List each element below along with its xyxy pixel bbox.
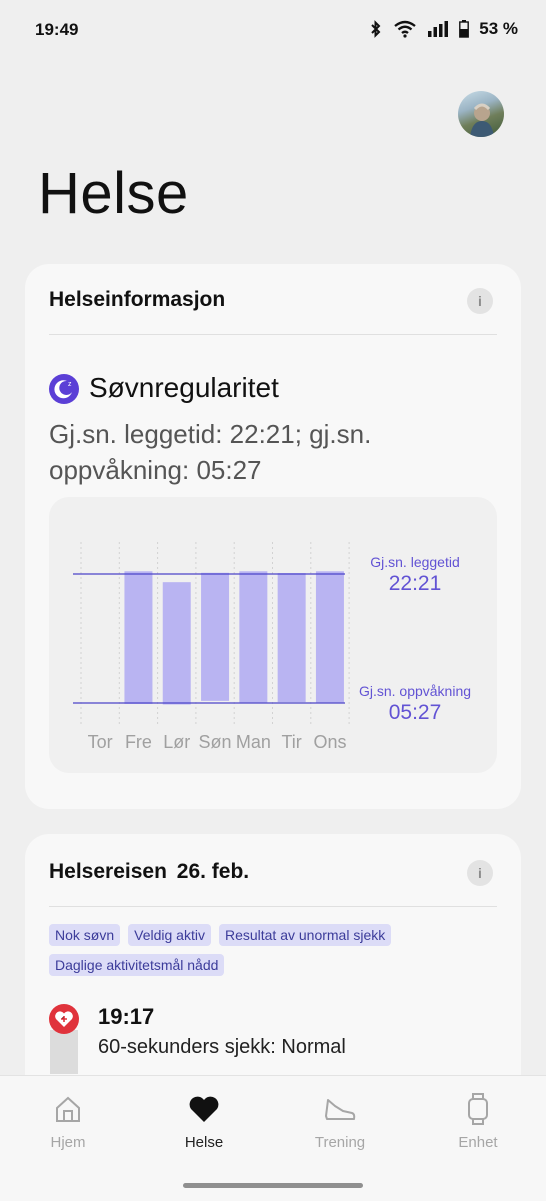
sleep-bar [162, 582, 191, 705]
reference-value: 22:21 [389, 572, 442, 595]
bluetooth-icon [371, 20, 381, 38]
tag-chip: Resultat av unormal sjekk [218, 924, 392, 946]
event-description[interactable]: 60-sekunders sjekk: Normal [98, 1036, 346, 1059]
reference-value: 05:27 [389, 701, 442, 724]
nav-label: Enhet [458, 1134, 498, 1151]
page-title: Helse [38, 161, 189, 226]
reference-label: Gj.sn. leggetid [370, 554, 460, 570]
nav-label: Helse [184, 1134, 224, 1151]
nav-item-training[interactable]: Trening [290, 1092, 390, 1151]
gesture-bar [183, 1183, 363, 1188]
card-title: Helsereisen 26. feb. [49, 860, 249, 884]
battery-icon [459, 20, 470, 38]
tag-chip: Nok søvn [49, 924, 121, 946]
status-bar: 19:49 53 % [0, 0, 546, 60]
health-info-card[interactable]: Helseinformasjon i z Søvnregularitet Gj.… [25, 264, 521, 809]
sleep-bar [315, 571, 344, 703]
shoe-icon [325, 1099, 356, 1120]
info-icon[interactable]: i [467, 288, 493, 314]
home-icon [56, 1096, 80, 1122]
x-tick-label: Lør [163, 732, 190, 752]
sleep-regularity-title: Søvnregularitet [89, 372, 279, 403]
sleep-bar [201, 572, 230, 701]
divider [49, 334, 497, 335]
card-title: Helseinformasjon [49, 288, 226, 311]
svg-text:z: z [68, 381, 72, 388]
x-tick-label: Tor [88, 732, 113, 752]
x-tick-label: Tir [281, 732, 301, 752]
wifi-icon [394, 20, 416, 38]
sleep-chart-svg: Tor Fre Lør Søn Man Tir Ons Gj.sn. leggetid 22:2… [73, 542, 471, 752]
nav-item-device[interactable]: Enhet [428, 1092, 528, 1151]
reference-label: Gj.sn. oppvåkning [359, 683, 471, 699]
journey-date: 26. feb. [176, 860, 250, 883]
status-icons: 53 % [369, 19, 518, 39]
timeline-line [50, 1030, 78, 1074]
x-tick-label: Søn [199, 732, 232, 752]
tag-list: Nok søvn Veldig aktiv Resultat av unorma… [49, 924, 509, 976]
sleep-regularity-summary: Gj.sn. leggetid: 22:21; gj.sn. oppvåknin… [49, 419, 372, 485]
heart-check-icon [49, 1004, 79, 1034]
status-time: 19:49 [35, 20, 79, 39]
heart-icon [189, 1096, 219, 1122]
sleep-bar [124, 571, 153, 704]
avatar-photo [470, 103, 494, 137]
tag-chip: Daglige aktivitetsmål nådd [49, 954, 225, 976]
sleep-bar [277, 573, 306, 703]
nav-item-health[interactable]: Helse [154, 1092, 254, 1151]
nav-item-home[interactable]: Hjem [18, 1092, 118, 1151]
nav-label: Hjem [50, 1134, 86, 1151]
x-tick-label: Fre [125, 732, 152, 752]
moon-icon: z [49, 374, 79, 404]
nav-label: Trening [314, 1134, 366, 1151]
event-time: 19:17 [98, 1004, 155, 1029]
tag-chip: Veldig aktiv [128, 924, 211, 946]
sleep-bar [239, 571, 268, 703]
journey-title: Helsereisen [49, 860, 167, 883]
sleep-chart: Tor Fre Lør Søn Man Tir Ons Gj.sn. leggetid 22:2… [49, 497, 497, 773]
info-icon[interactable]: i [467, 860, 493, 886]
x-tick-label: Man [236, 732, 271, 752]
battery-percent: 53 % [479, 19, 518, 38]
signal-icon [428, 21, 449, 37]
x-tick-label: Ons [313, 732, 346, 752]
divider [49, 906, 497, 907]
avatar[interactable] [458, 91, 504, 137]
watch-icon [468, 1093, 488, 1125]
